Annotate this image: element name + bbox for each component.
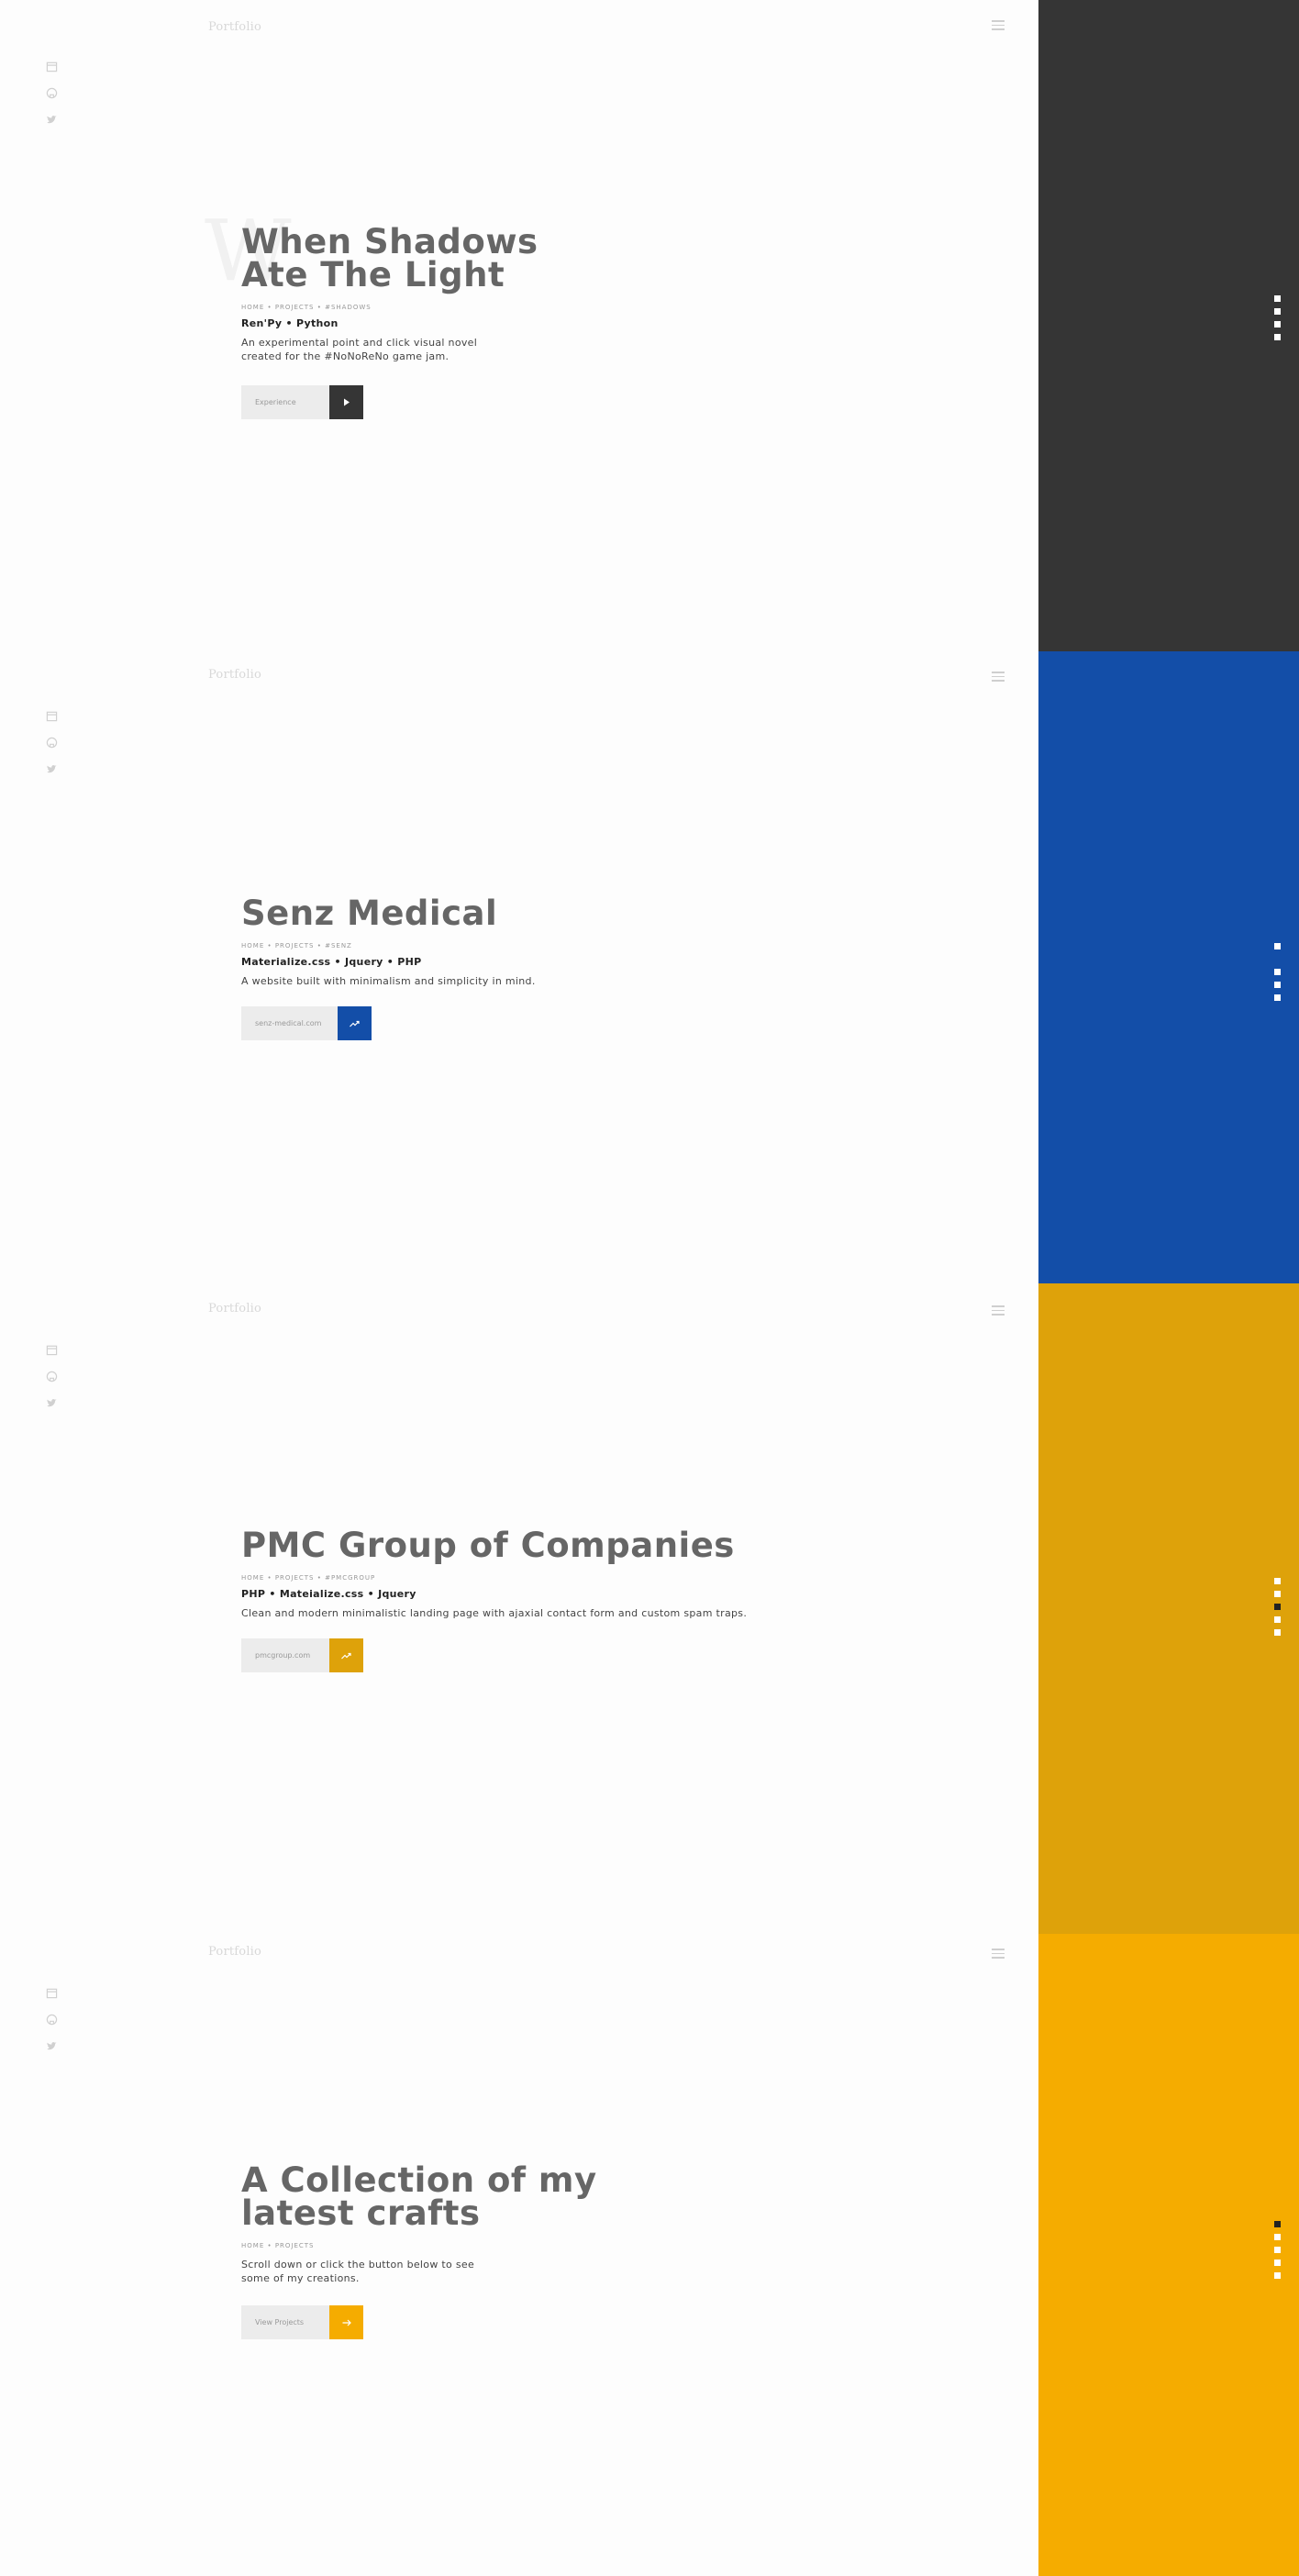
nav-dot[interactable] — [1274, 2234, 1281, 2240]
tech-stack: PHP • Mateialize.css • Jquery — [241, 1588, 416, 1600]
social-links — [46, 1342, 59, 1422]
nav-dot[interactable] — [1274, 334, 1281, 340]
nav-dot-active[interactable] — [1274, 956, 1281, 962]
github-icon[interactable] — [46, 85, 59, 99]
view-projects-button[interactable]: View Projects — [241, 2305, 597, 2339]
site-logo[interactable]: Portfolio — [208, 668, 261, 682]
nav-dot[interactable] — [1274, 943, 1281, 949]
project-description: Clean and modern minimalistic landing pa… — [241, 1607, 748, 1619]
intro-description: Scroll down or click the button below to… — [241, 2258, 597, 2285]
play-icon[interactable] — [329, 385, 363, 419]
section-nav-dots — [1274, 1578, 1281, 1642]
intro-content: A Collection of my latest crafts HOME • P… — [241, 2163, 597, 2339]
nav-dot[interactable] — [1274, 2272, 1281, 2279]
twitter-icon[interactable] — [46, 2038, 59, 2051]
desc-line: some of my creations. — [241, 2272, 360, 2284]
intro-section-crafts: Portfolio A Collection of my latest craft… — [0, 1934, 1299, 2576]
nav-dot[interactable] — [1274, 982, 1281, 988]
calendar-icon[interactable] — [46, 1342, 59, 1356]
button-label[interactable]: Experience — [241, 385, 329, 419]
project-title: When Shadows Ate The Light — [241, 225, 538, 294]
content-panel: Portfolio Senz Medical HOME • PROJECTS •… — [0, 651, 1038, 1283]
tech-stack: Materialize.css • Jquery • PHP — [241, 956, 422, 968]
desc-line: created for the #NoNoReNo game jam. — [241, 350, 450, 362]
color-panel-mustard — [1038, 1283, 1299, 1934]
visit-site-button[interactable]: senz-medical.com — [241, 1006, 536, 1040]
tech-stack: Ren'Py • Python — [241, 317, 339, 329]
intro-title: A Collection of my latest crafts — [241, 2163, 597, 2233]
nav-dot[interactable] — [1274, 994, 1281, 1001]
project-description: A website built with minimalism and simp… — [241, 975, 536, 987]
project-content: W When Shadows Ate The Light HOME • PROJE… — [205, 209, 538, 419]
site-logo[interactable]: Portfolio — [208, 1302, 261, 1316]
project-title: Senz Medical — [241, 894, 498, 933]
github-icon[interactable] — [46, 1369, 59, 1382]
nav-dot-active[interactable] — [1274, 1604, 1281, 1610]
calendar-icon[interactable] — [46, 708, 59, 722]
nav-dot[interactable] — [1274, 308, 1281, 315]
social-links — [46, 1985, 59, 2065]
nav-dot[interactable] — [1274, 969, 1281, 975]
color-panel-dark — [1038, 0, 1299, 651]
nav-dot[interactable] — [1274, 295, 1281, 302]
project-content: Senz Medical HOME • PROJECTS • #SENZ Mat… — [241, 894, 536, 1040]
desc-line: Scroll down or click the button below to… — [241, 2259, 475, 2271]
project-section-shadows: Portfolio W When Shadows Ate The Light HO… — [0, 0, 1299, 651]
nav-dot[interactable] — [1274, 1591, 1281, 1597]
twitter-icon[interactable] — [46, 1395, 59, 1408]
experience-button[interactable]: Experience — [241, 385, 538, 419]
button-label[interactable]: pmcgroup.com — [241, 1638, 329, 1672]
nav-dot-active[interactable] — [1274, 2221, 1281, 2227]
nav-dot[interactable] — [1274, 1629, 1281, 1636]
hamburger-menu-icon[interactable] — [992, 1949, 1005, 1959]
trending-icon[interactable] — [329, 1638, 363, 1672]
trending-icon[interactable] — [338, 1006, 372, 1040]
site-logo[interactable]: Portfolio — [208, 20, 261, 34]
project-content: PMC Group of Companies HOME • PROJECTS •… — [241, 1526, 748, 1672]
section-nav-dots — [1274, 943, 1281, 1007]
title-line: latest crafts — [241, 2193, 481, 2233]
hamburger-menu-icon[interactable] — [992, 1305, 1005, 1316]
color-panel-yellow — [1038, 1934, 1299, 2576]
social-links — [46, 59, 59, 139]
hamburger-menu-icon[interactable] — [992, 672, 1005, 682]
title-line: Ate The Light — [241, 255, 505, 294]
project-section-pmc: Portfolio PMC Group of Companies HOME • … — [0, 1283, 1299, 1934]
project-description: An experimental point and click visual n… — [241, 336, 538, 363]
github-icon[interactable] — [46, 2012, 59, 2026]
hamburger-menu-icon[interactable] — [992, 20, 1005, 30]
breadcrumb: HOME • PROJECTS • #SENZ — [241, 942, 352, 949]
content-panel: Portfolio PMC Group of Companies HOME • … — [0, 1283, 1038, 1934]
visit-site-button[interactable]: pmcgroup.com — [241, 1638, 747, 1672]
color-panel-blue — [1038, 651, 1299, 1283]
social-links — [46, 708, 59, 788]
twitter-icon[interactable] — [46, 761, 59, 774]
nav-dot[interactable] — [1274, 2247, 1281, 2253]
nav-dot[interactable] — [1274, 1616, 1281, 1623]
nav-dot[interactable] — [1274, 1578, 1281, 1584]
section-nav-dots — [1274, 2221, 1281, 2285]
project-title: PMC Group of Companies — [241, 1526, 735, 1565]
twitter-icon[interactable] — [46, 112, 59, 125]
calendar-icon[interactable] — [46, 59, 59, 72]
content-panel: Portfolio W When Shadows Ate The Light HO… — [0, 0, 1038, 651]
breadcrumb: HOME • PROJECTS • #PMCGROUP — [241, 1574, 376, 1582]
breadcrumb: HOME • PROJECTS • #SHADOWS — [241, 304, 372, 311]
section-nav-dots — [1274, 295, 1281, 347]
content-panel: Portfolio A Collection of my latest craft… — [0, 1934, 1038, 2576]
project-section-senz: Portfolio Senz Medical HOME • PROJECTS •… — [0, 651, 1299, 1283]
breadcrumb: HOME • PROJECTS — [241, 2242, 315, 2249]
desc-line: An experimental point and click visual n… — [241, 337, 478, 349]
nav-dot[interactable] — [1274, 321, 1281, 328]
button-label[interactable]: senz-medical.com — [241, 1006, 338, 1040]
github-icon[interactable] — [46, 735, 59, 749]
button-label[interactable]: View Projects — [241, 2305, 329, 2339]
arrow-right-icon[interactable] — [329, 2305, 363, 2339]
nav-dot[interactable] — [1274, 2260, 1281, 2266]
calendar-icon[interactable] — [46, 1985, 59, 1999]
site-logo[interactable]: Portfolio — [208, 1945, 261, 1959]
